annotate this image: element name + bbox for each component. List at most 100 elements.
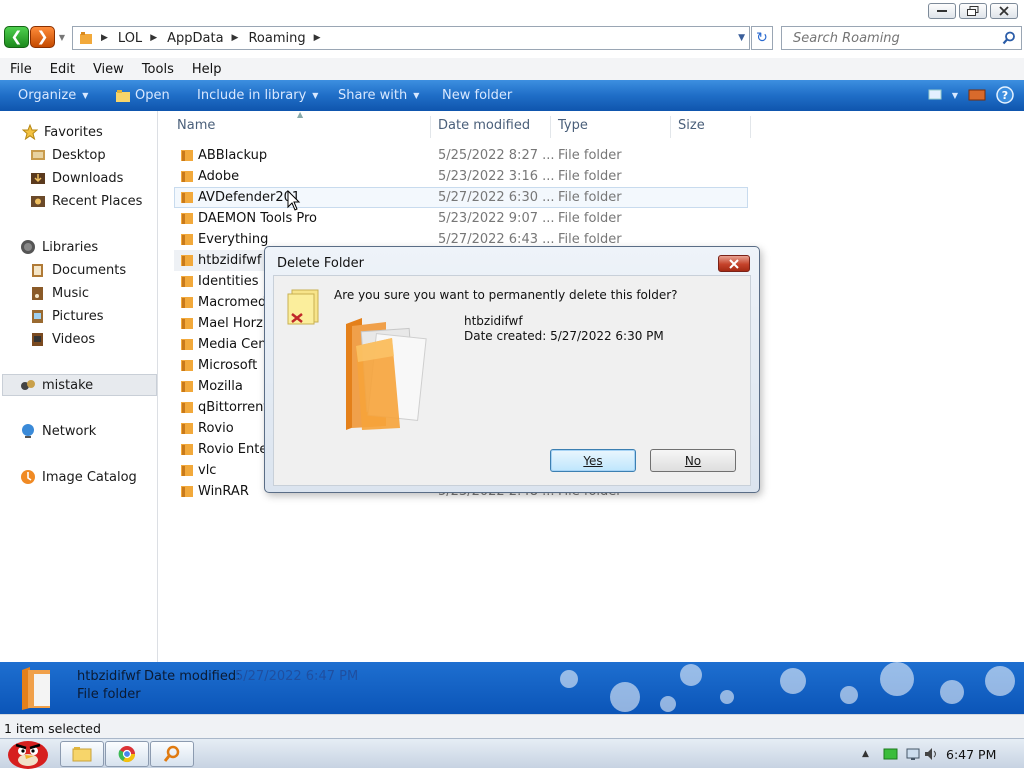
folder-icon (181, 255, 193, 266)
table-row[interactable]: qBittorrent (174, 397, 264, 418)
close-button[interactable] (990, 3, 1018, 19)
restore-button[interactable] (959, 3, 987, 19)
view-options-button[interactable]: ▼ (928, 88, 958, 102)
folder-icon (346, 318, 427, 430)
volume-icon[interactable] (924, 747, 940, 761)
table-row[interactable]: DAEMON Tools Pro 5/23/2022 9:07 ... File… (174, 208, 748, 229)
dialog-date-created: Date created: 5/27/2022 6:30 PM (464, 329, 664, 343)
nav-pictures[interactable]: Pictures (30, 308, 103, 324)
open-button[interactable]: Open (115, 88, 170, 103)
folder-icon (181, 192, 193, 203)
table-row[interactable]: Adobe 5/23/2022 3:16 ... File folder (174, 166, 748, 187)
taskbar-chrome-button[interactable] (105, 741, 149, 767)
open-folder-icon (116, 89, 130, 102)
yes-button[interactable]: Yes (550, 449, 636, 472)
column-name[interactable]: Name (177, 118, 215, 133)
breadcrumb-roaming[interactable]: Roaming (248, 31, 305, 46)
minimize-icon (937, 10, 947, 12)
column-size[interactable]: Size (678, 118, 705, 133)
menu-help[interactable]: Help (182, 62, 230, 77)
table-row[interactable]: Rovio (174, 418, 262, 439)
selected-folder-icon (22, 667, 50, 710)
refresh-button[interactable]: ↻ (751, 26, 773, 50)
taskbar-explorer-button[interactable] (60, 741, 104, 767)
menu-edit[interactable]: Edit (40, 62, 83, 77)
folder-icon (80, 32, 92, 44)
nav-desktop[interactable]: Desktop (30, 147, 106, 163)
address-dropdown-icon[interactable]: ▼ (738, 33, 745, 43)
image-catalog-icon (21, 470, 35, 484)
network-tray-icon[interactable] (906, 747, 920, 761)
menu-file[interactable]: File (0, 62, 40, 77)
folder-icon (181, 234, 193, 245)
forward-button[interactable]: ❯ (30, 26, 55, 48)
details-name: htbzidifwf (77, 669, 141, 684)
refresh-icon: ↻ (756, 30, 768, 46)
taskbar-search-app-button[interactable] (150, 741, 194, 767)
dialog-question: Are you sure you want to permanently del… (334, 288, 678, 302)
table-row[interactable]: ABBlackup 5/25/2022 8:27 ... File folder (174, 145, 748, 166)
table-row[interactable]: Media Center (174, 334, 264, 355)
table-row[interactable]: Identities (174, 271, 262, 292)
restore-icon (967, 6, 979, 16)
forward-arrow-icon: ❯ (36, 29, 49, 45)
table-row[interactable]: Microsoft (174, 355, 262, 376)
close-icon (729, 258, 739, 269)
folder-icon (181, 318, 193, 329)
new-folder-button[interactable]: New folder (442, 88, 512, 103)
column-type[interactable]: Type (558, 118, 588, 133)
minimize-button[interactable] (928, 3, 956, 19)
share-with-button[interactable]: Share with ▼ (338, 88, 419, 103)
folder-icon (181, 171, 193, 182)
menu-tools[interactable]: Tools (132, 62, 182, 77)
nav-documents[interactable]: Documents (30, 262, 126, 278)
status-bar: 1 item selected (0, 714, 1024, 738)
dialog-body: Are you sure you want to permanently del… (273, 275, 751, 486)
mouse-cursor-icon (287, 190, 301, 211)
help-icon[interactable]: ? (996, 86, 1014, 104)
search-icon[interactable] (1002, 31, 1016, 45)
breadcrumb-lol[interactable]: LOL (118, 31, 142, 46)
network-icon (22, 424, 34, 438)
start-button-angry-bird-icon[interactable] (4, 729, 52, 769)
preview-pane-icon[interactable] (968, 88, 986, 102)
battery-power-icon[interactable] (883, 747, 899, 761)
column-date-modified[interactable]: Date modified (438, 118, 530, 133)
back-button[interactable]: ❮ (4, 26, 29, 48)
nav-music[interactable]: Music (30, 285, 89, 301)
nav-recent-places[interactable]: Recent Places (30, 193, 142, 209)
organize-button[interactable]: Organize ▼ (18, 88, 88, 103)
music-icon (32, 287, 43, 300)
folder-icon (181, 486, 193, 497)
nav-homegroup[interactable]: mistake (20, 377, 93, 393)
table-row[interactable]: Mozilla (174, 376, 262, 397)
folder-icon (181, 402, 193, 413)
breadcrumb-appdata[interactable]: AppData (167, 31, 223, 46)
table-row[interactable]: Macromedia (174, 292, 264, 313)
table-row[interactable]: vlc (174, 460, 262, 481)
nav-libraries[interactable]: Libraries (20, 239, 98, 255)
include-in-library-button[interactable]: Include in library ▼ (197, 88, 318, 103)
folder-icon (181, 297, 193, 308)
table-row[interactable]: Rovio Entertainment (174, 439, 264, 460)
nav-image-catalog[interactable]: Image Catalog (20, 469, 137, 485)
taskbar-clock[interactable]: 6:47 PM (946, 747, 996, 762)
nav-network[interactable]: Network (20, 423, 96, 439)
libraries-icon (21, 240, 35, 254)
table-row-hovered[interactable]: AVDefender2011 5/27/2022 6:30 ... File f… (174, 187, 748, 208)
nav-downloads[interactable]: Downloads (30, 170, 123, 186)
navigation-pane: Favorites Desktop Downloads Recent Place… (0, 111, 158, 662)
no-button[interactable]: No (650, 449, 736, 472)
table-row[interactable]: Mael Horz (174, 313, 263, 334)
pictures-icon (32, 310, 43, 323)
table-row-selected[interactable]: htbzidifwf (174, 250, 264, 271)
menu-view[interactable]: View (83, 62, 132, 77)
dialog-close-button[interactable] (718, 255, 750, 272)
address-bar[interactable]: ▶ LOL ▶ AppData ▶ Roaming ▶ ▼ (72, 26, 750, 50)
recent-pages-dropdown[interactable]: ▼ (57, 26, 67, 48)
nav-videos[interactable]: Videos (30, 331, 95, 347)
search-input[interactable] (791, 29, 991, 47)
recent-places-icon (31, 196, 45, 207)
show-hidden-icons-button[interactable]: ▲ (862, 749, 869, 759)
nav-favorites[interactable]: Favorites (22, 124, 103, 140)
